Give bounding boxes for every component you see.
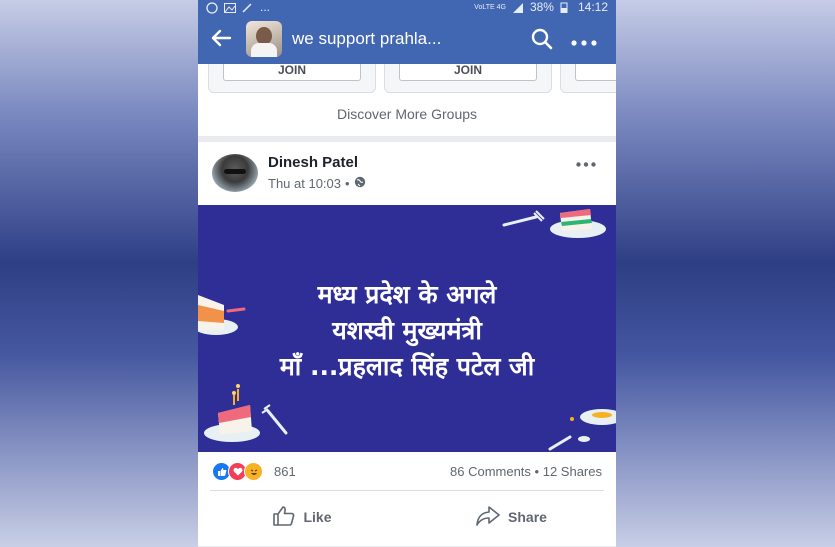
thumbs-up-icon — [273, 505, 295, 529]
engagement-counts: 86 Comments • 12 Shares — [450, 464, 602, 479]
counts-separator: • — [534, 464, 540, 479]
clock: 14:12 — [577, 0, 608, 14]
like-button[interactable]: Like — [198, 494, 407, 540]
battery-percent: 38% — [529, 0, 554, 14]
signal-icon — [512, 2, 524, 13]
join-button[interactable]: JOIN — [399, 64, 537, 81]
post-card: Dinesh Patel Thu at 10:03 • मध्य प्रदेश … — [198, 142, 616, 546]
post-header: Dinesh Patel Thu at 10:03 • — [198, 142, 616, 205]
discover-more-groups-link[interactable]: Discover More Groups — [198, 106, 616, 122]
whatsapp-icon — [206, 2, 218, 14]
search-icon[interactable] — [520, 27, 564, 51]
suggested-groups-strip: JOIN JOIN Discover More Groups — [198, 64, 616, 136]
group-card: JOIN — [384, 64, 552, 93]
image-icon — [224, 2, 236, 13]
tools-icon — [242, 2, 254, 13]
post-meta: Thu at 10:03 • — [268, 176, 366, 191]
join-button-partial[interactable] — [575, 64, 616, 81]
banner-line-1: मध्य प्रदेश के अगले — [317, 280, 497, 309]
phone-screen: ... VoLTE 4G 38% 14:12 we support prahla… — [198, 0, 616, 547]
globe-icon — [354, 176, 366, 191]
reaction-count: 861 — [274, 464, 296, 479]
status-overflow-text: ... — [260, 0, 271, 14]
app-bar: we support prahla... — [198, 14, 616, 64]
group-card: JOIN — [208, 64, 376, 93]
haha-reaction-icon — [244, 462, 263, 481]
comments-count[interactable]: 86 Comments — [450, 464, 531, 479]
group-avatar[interactable] — [246, 21, 282, 57]
post-more-icon[interactable] — [576, 150, 596, 173]
meta-separator: • — [345, 176, 350, 191]
post-actions: Like Share — [198, 494, 616, 540]
post-image-banner[interactable]: मध्य प्रदेश के अगले यशस्वी मुख्यमंत्री म… — [198, 205, 616, 452]
right-blurred-background — [616, 0, 835, 547]
post-time[interactable]: Thu at 10:03 — [268, 176, 341, 191]
like-label: Like — [303, 509, 332, 525]
network-label: VoLTE 4G — [474, 3, 506, 11]
author-name[interactable]: Dinesh Patel — [268, 154, 358, 171]
share-arrow-icon — [476, 505, 500, 529]
join-button[interactable]: JOIN — [223, 64, 361, 81]
banner-line-3: माँ ...प्रहलाद सिंह पटेल जी — [279, 352, 535, 381]
author-avatar[interactable] — [212, 154, 258, 192]
back-arrow-icon[interactable] — [210, 26, 246, 52]
group-card — [560, 64, 616, 93]
shares-count[interactable]: 12 Shares — [543, 464, 602, 479]
more-options-icon[interactable] — [564, 26, 604, 52]
banner-line-2: यशस्वी मुख्यमंत्री — [332, 316, 482, 345]
share-label: Share — [508, 509, 547, 525]
reactions-summary[interactable]: 861 — [212, 462, 296, 481]
status-bar: ... VoLTE 4G 38% 14:12 — [198, 0, 616, 14]
banner-text: मध्य प्रदेश के अगले यशस्वी मुख्यमंत्री म… — [198, 277, 616, 385]
group-title[interactable]: we support prahla... — [292, 29, 520, 49]
battery-icon — [560, 2, 572, 13]
share-button[interactable]: Share — [407, 494, 616, 540]
left-blurred-background — [0, 0, 198, 547]
divider — [210, 490, 604, 491]
